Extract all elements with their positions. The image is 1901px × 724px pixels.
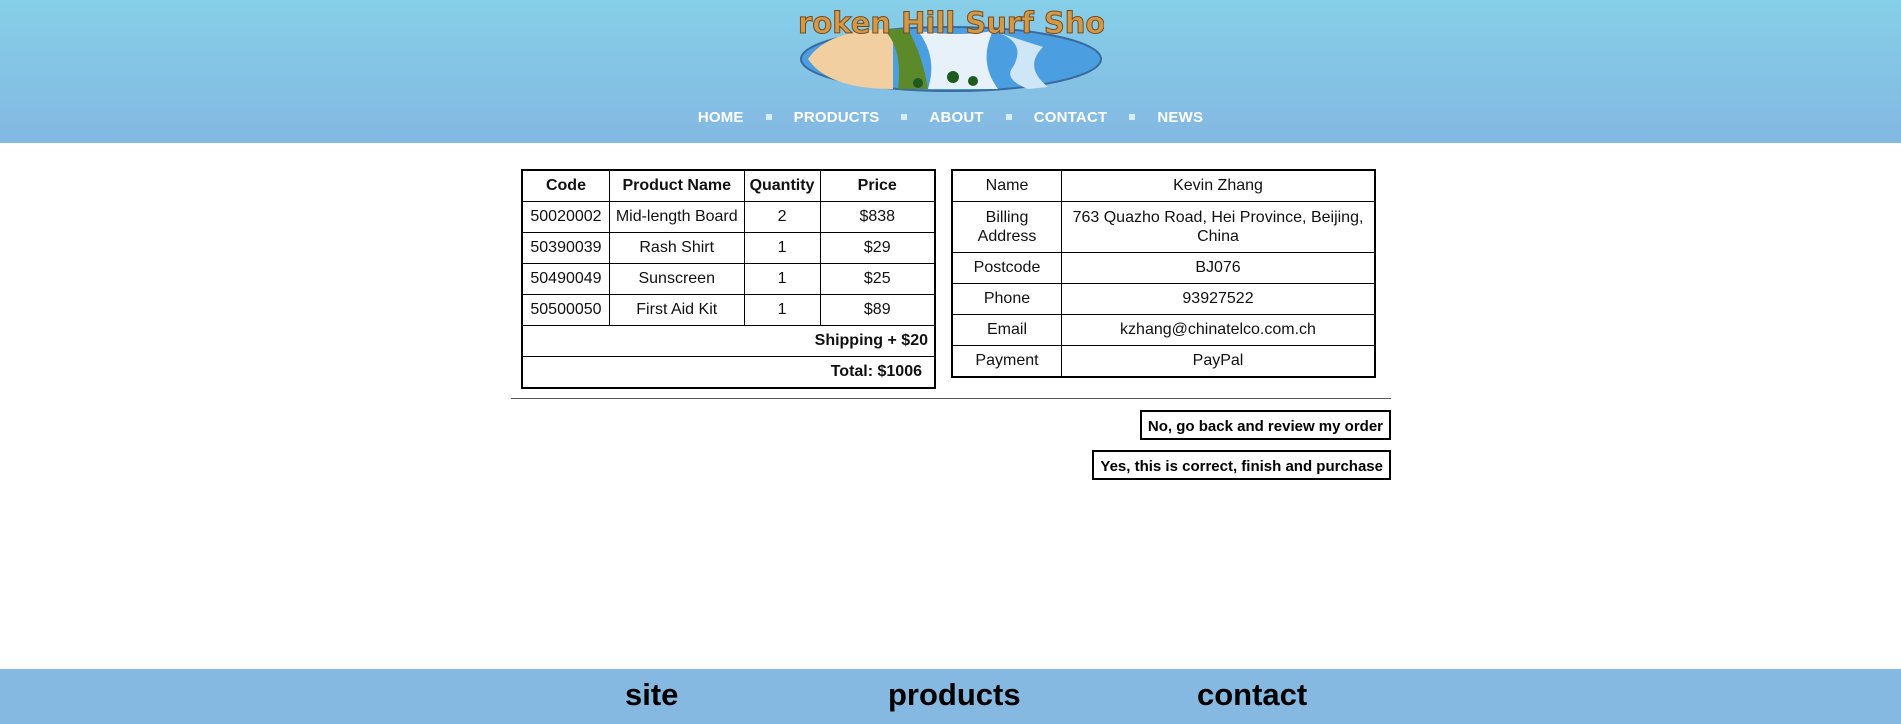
column-header-price: Price [819, 169, 936, 202]
table-header-row: Code Product Name Quantity Price [521, 169, 936, 202]
nav-separator [1005, 114, 1012, 120]
detail-row-payment: Payment PayPal [951, 345, 1376, 378]
nav-about[interactable]: ABOUT [929, 109, 983, 126]
cell-quantity: 1 [743, 232, 821, 264]
table-row: 50390039 Rash Shirt 1 $29 [521, 232, 936, 264]
column-header-code: Code [521, 169, 610, 202]
table-row: 50020002 Mid-length Board 2 $838 [521, 201, 936, 233]
cell-code: 50500050 [521, 294, 610, 326]
detail-label: Billing Address [951, 201, 1062, 253]
detail-label: Phone [951, 283, 1062, 315]
detail-label: Payment [951, 345, 1062, 378]
cell-quantity: 2 [743, 201, 821, 233]
detail-value: Kevin Zhang [1061, 169, 1376, 202]
nav-news[interactable]: NEWS [1157, 109, 1203, 126]
table-row: 50500050 First Aid Kit 1 $89 [521, 294, 936, 326]
table-row: 50490049 Sunscreen 1 $25 [521, 263, 936, 295]
go-back-button[interactable]: No, go back and review my order [1139, 410, 1391, 440]
cell-product-name: Sunscreen [608, 263, 745, 295]
customer-details-table: Name Kevin Zhang Billing Address 763 Qua… [951, 169, 1376, 378]
cell-price: $25 [819, 263, 936, 295]
cell-quantity: 1 [743, 263, 821, 295]
column-header-product-name: Product Name [608, 169, 745, 202]
site-header: Broken Hill Surf Shop HOME PRODUCTS ABOU… [0, 0, 1901, 143]
detail-row-postcode: Postcode BJ076 [951, 252, 1376, 284]
logo-text: Broken Hill Surf Shop [798, 7, 1104, 40]
shipping-row: Shipping + $20 [521, 325, 936, 357]
total-row: Total: $1006 [521, 356, 936, 389]
cell-product-name: Mid-length Board [608, 201, 745, 233]
detail-value: kzhang@chinatelco.com.ch [1061, 314, 1376, 346]
detail-row-billing-address: Billing Address 763 Quazho Road, Hei Pro… [951, 201, 1376, 253]
detail-row-email: Email kzhang@chinatelco.com.ch [951, 314, 1376, 346]
detail-value: 93927522 [1061, 283, 1376, 315]
shipping-cost: Shipping + $20 [521, 325, 936, 357]
cell-code: 50020002 [521, 201, 610, 233]
footer-link-site[interactable]: site [625, 677, 678, 713]
nav-separator [901, 114, 908, 120]
column-header-quantity: Quantity [743, 169, 821, 202]
cell-product-name: First Aid Kit [608, 294, 745, 326]
detail-row-phone: Phone 93927522 [951, 283, 1376, 315]
nav-separator [1129, 114, 1136, 120]
cell-price: $838 [819, 201, 936, 233]
shop-logo[interactable]: Broken Hill Surf Shop [798, 7, 1104, 93]
cell-code: 50490049 [521, 263, 610, 295]
cell-price: $29 [819, 232, 936, 264]
detail-label: Email [951, 314, 1062, 346]
nav-products[interactable]: PRODUCTS [794, 109, 880, 126]
nav-separator [765, 114, 772, 120]
detail-label: Postcode [951, 252, 1062, 284]
detail-value: 763 Quazho Road, Hei Province, Beijing, … [1061, 201, 1376, 253]
detail-value: BJ076 [1061, 252, 1376, 284]
order-summary-table: Code Product Name Quantity Price 5002000… [521, 169, 936, 389]
main-nav: HOME PRODUCTS ABOUT CONTACT NEWS [0, 107, 1901, 127]
nav-contact[interactable]: CONTACT [1034, 109, 1108, 126]
cell-quantity: 1 [743, 294, 821, 326]
cell-product-name: Rash Shirt [608, 232, 745, 264]
order-total: Total: $1006 [521, 356, 936, 389]
site-footer: site products contact [0, 669, 1901, 724]
nav-home[interactable]: HOME [698, 109, 744, 126]
footer-link-contact[interactable]: contact [1197, 677, 1307, 713]
cell-code: 50390039 [521, 232, 610, 264]
confirm-purchase-button[interactable]: Yes, this is correct, finish and purchas… [1092, 450, 1391, 480]
detail-value: PayPal [1061, 345, 1376, 378]
detail-label: Name [951, 169, 1062, 202]
detail-row-name: Name Kevin Zhang [951, 169, 1376, 202]
cell-price: $89 [819, 294, 936, 326]
divider [511, 398, 1391, 399]
footer-link-products[interactable]: products [888, 677, 1021, 713]
